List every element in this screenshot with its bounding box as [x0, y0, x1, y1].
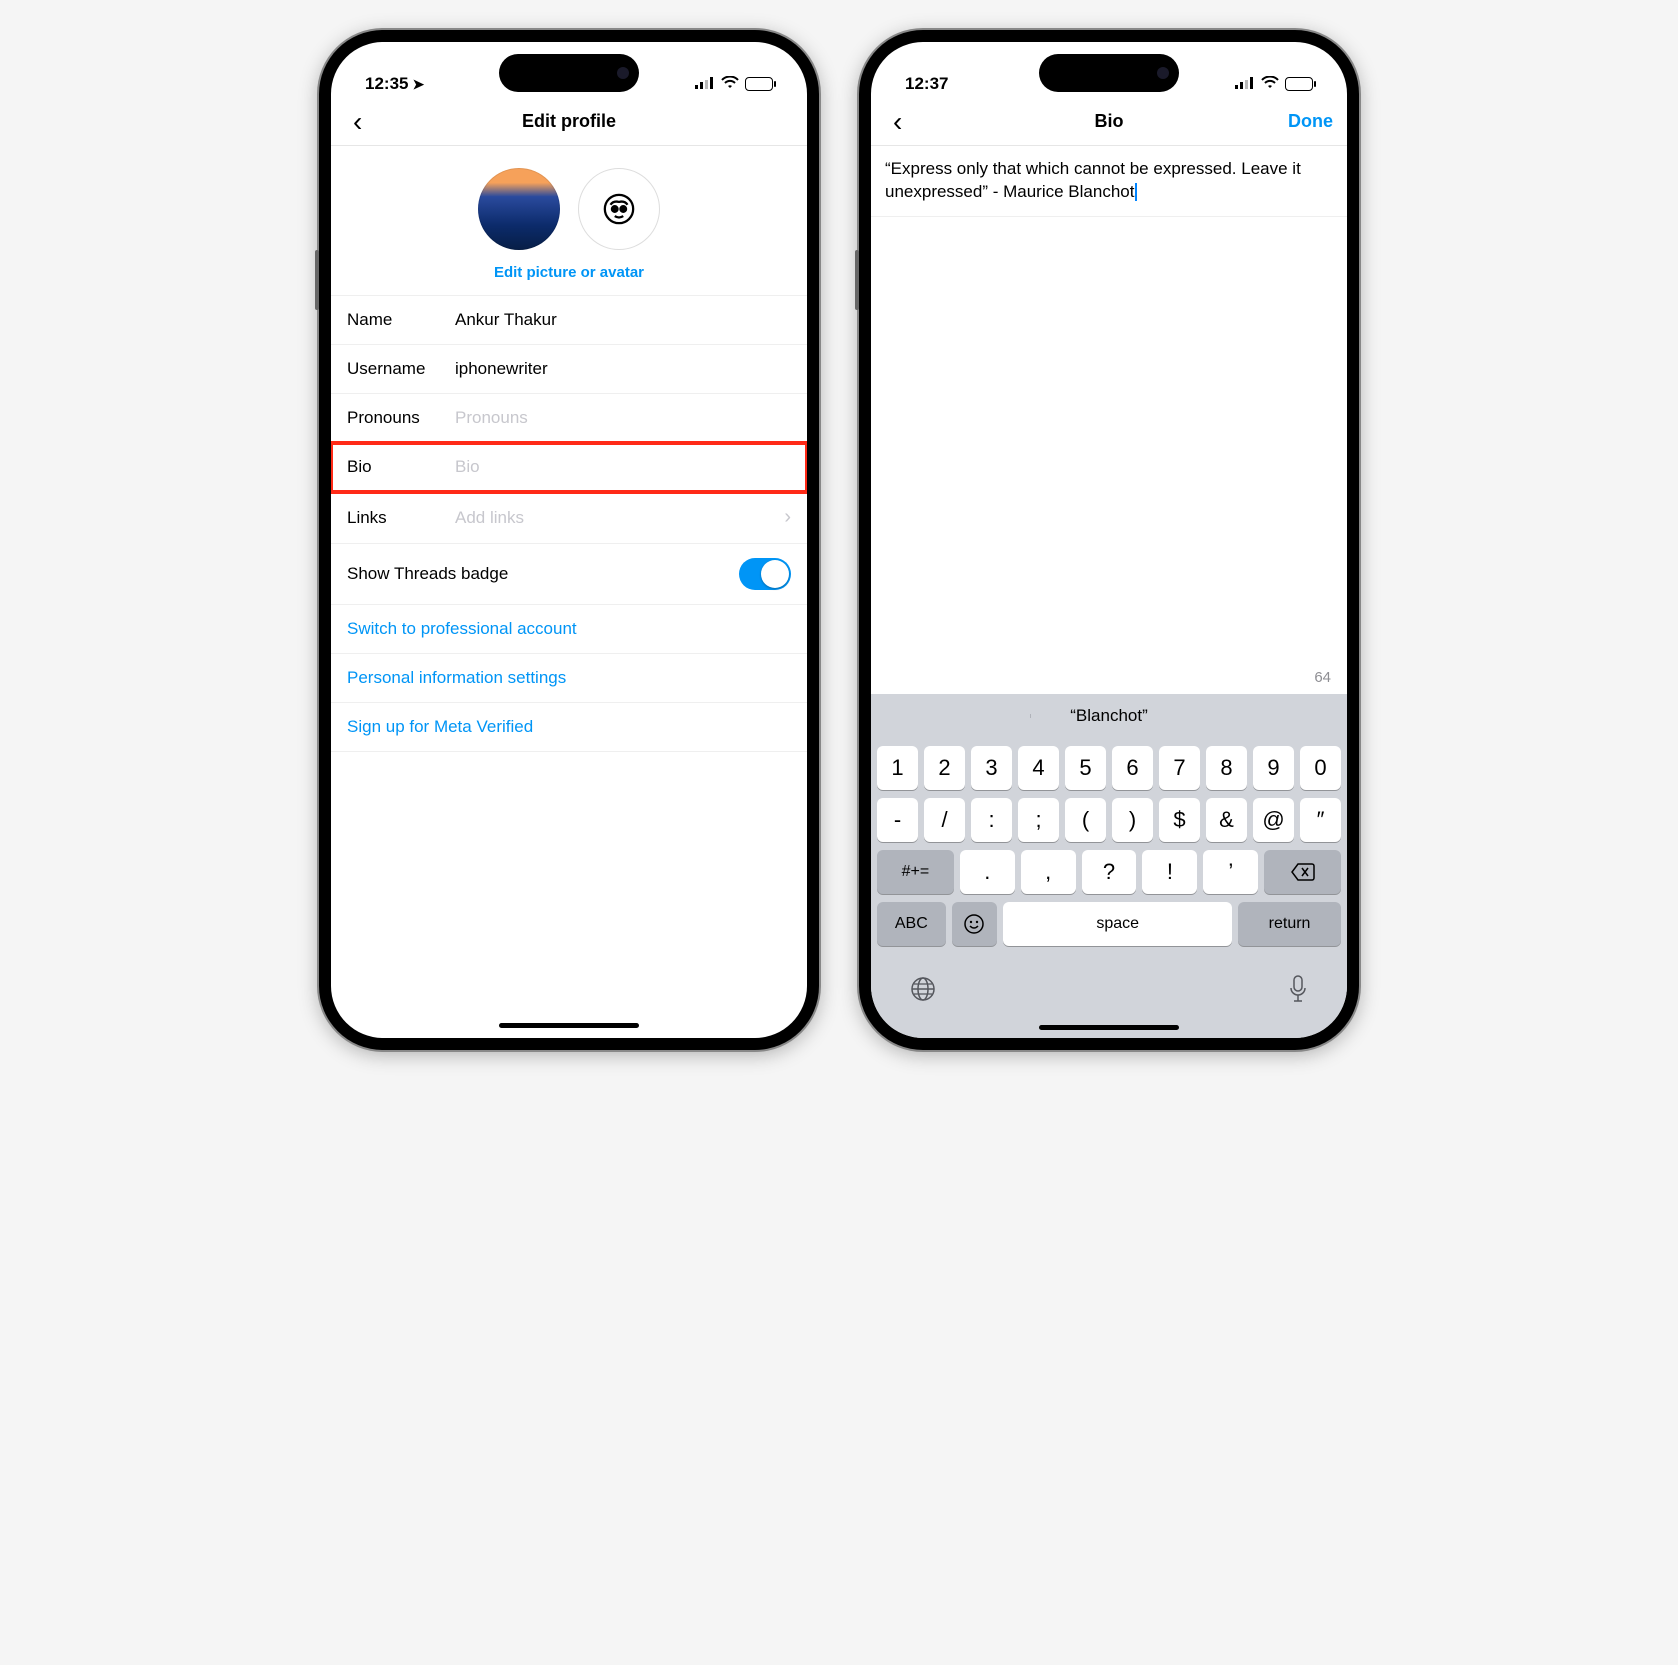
wifi-icon	[721, 74, 739, 94]
home-indicator[interactable]	[499, 1023, 639, 1028]
key-1[interactable]: 1	[877, 746, 918, 790]
dynamic-island	[1039, 54, 1179, 92]
value-username: iphonewriter	[455, 359, 791, 379]
key-4[interactable]: 4	[1018, 746, 1059, 790]
phone-left: 12:35 ➤ ‹ Edit profile	[319, 30, 819, 1050]
profile-photo[interactable]	[478, 168, 560, 250]
row-bio[interactable]: Bio Bio	[331, 443, 807, 492]
phone-right: 12:37 ‹ Bio Done “Express only that whic…	[859, 30, 1359, 1050]
key-emoji[interactable]	[952, 902, 998, 946]
label-name: Name	[347, 310, 455, 330]
key-7[interactable]: 7	[1159, 746, 1200, 790]
keyboard-footer	[875, 954, 1343, 1017]
link-switch-professional[interactable]: Switch to professional account	[331, 605, 807, 654]
key-dash[interactable]: -	[877, 798, 918, 842]
bio-text-value: “Express only that which cannot be expre…	[885, 159, 1301, 201]
keyboard-row-2: - / : ; ( ) $ & @ ″	[875, 798, 1343, 842]
key-question[interactable]: ?	[1082, 850, 1137, 894]
status-time: 12:35	[365, 74, 408, 94]
keyboard-row-1: 1 2 3 4 5 6 7 8 9 0	[875, 746, 1343, 790]
key-8[interactable]: 8	[1206, 746, 1247, 790]
char-count: 64	[1314, 669, 1331, 686]
key-5[interactable]: 5	[1065, 746, 1106, 790]
screen-left: 12:35 ➤ ‹ Edit profile	[331, 42, 807, 1038]
key-slash[interactable]: /	[924, 798, 965, 842]
key-amp[interactable]: &	[1206, 798, 1247, 842]
key-backspace[interactable]	[1264, 850, 1341, 894]
row-links[interactable]: Links Add links ›	[331, 492, 807, 544]
battery-icon	[745, 77, 773, 91]
key-at[interactable]: @	[1253, 798, 1294, 842]
page-title: Bio	[1095, 111, 1124, 132]
backspace-icon	[1291, 863, 1315, 881]
mic-icon[interactable]	[1287, 974, 1309, 1009]
suggestion-bar: “Blanchot”	[871, 694, 1347, 738]
label-username: Username	[347, 359, 455, 379]
edit-picture-link[interactable]: Edit picture or avatar	[494, 264, 644, 281]
cellular-icon	[1235, 74, 1255, 94]
placeholder-links: Add links	[455, 508, 784, 528]
globe-icon[interactable]	[909, 975, 937, 1008]
threads-badge-toggle[interactable]	[739, 558, 791, 590]
suggestion-center[interactable]: “Blanchot”	[1030, 706, 1189, 726]
key-rparen[interactable]: )	[1112, 798, 1153, 842]
key-exclaim[interactable]: !	[1142, 850, 1197, 894]
placeholder-pronouns: Pronouns	[455, 408, 791, 428]
status-time: 12:37	[905, 74, 948, 94]
screen-right: 12:37 ‹ Bio Done “Express only that whic…	[871, 42, 1347, 1038]
keyboard-row-4: ABC space return	[875, 902, 1343, 946]
key-return[interactable]: return	[1238, 902, 1341, 946]
key-comma[interactable]: ,	[1021, 850, 1076, 894]
key-2[interactable]: 2	[924, 746, 965, 790]
key-6[interactable]: 6	[1112, 746, 1153, 790]
key-symbols-mode[interactable]: #+=	[877, 850, 954, 894]
bio-empty-area[interactable]: 64	[871, 217, 1347, 694]
nav-bar: ‹ Edit profile	[331, 98, 807, 146]
avatar-option[interactable]	[578, 168, 660, 250]
label-links: Links	[347, 508, 455, 528]
keyboard-row-3: #+= . , ? ! ’	[875, 850, 1343, 894]
label-pronouns: Pronouns	[347, 408, 455, 428]
key-9[interactable]: 9	[1253, 746, 1294, 790]
key-period[interactable]: .	[960, 850, 1015, 894]
placeholder-bio: Bio	[455, 457, 791, 477]
key-lparen[interactable]: (	[1065, 798, 1106, 842]
location-arrow-icon: ➤	[412, 76, 424, 93]
row-pronouns[interactable]: Pronouns Pronouns	[331, 394, 807, 443]
page-title: Edit profile	[522, 111, 616, 132]
back-button[interactable]: ‹	[345, 104, 370, 140]
done-button[interactable]: Done	[1288, 111, 1333, 132]
value-name: Ankur Thakur	[455, 310, 791, 330]
row-threads-badge: Show Threads badge	[331, 544, 807, 605]
dynamic-island	[499, 54, 639, 92]
avatar-section: Edit picture or avatar	[331, 146, 807, 296]
label-bio: Bio	[347, 457, 455, 477]
key-space[interactable]: space	[1003, 902, 1232, 946]
key-3[interactable]: 3	[971, 746, 1012, 790]
row-username[interactable]: Username iphonewriter	[331, 345, 807, 394]
chevron-right-icon: ›	[784, 506, 791, 529]
link-personal-info[interactable]: Personal information settings	[331, 654, 807, 703]
key-dollar[interactable]: $	[1159, 798, 1200, 842]
threads-badge-label: Show Threads badge	[347, 564, 508, 584]
key-0[interactable]: 0	[1300, 746, 1341, 790]
link-meta-verified[interactable]: Sign up for Meta Verified	[331, 703, 807, 752]
battery-icon	[1285, 77, 1313, 91]
text-cursor	[1135, 183, 1137, 201]
cellular-icon	[695, 74, 715, 94]
key-semicolon[interactable]: ;	[1018, 798, 1059, 842]
back-button[interactable]: ‹	[885, 104, 910, 140]
wifi-icon	[1261, 74, 1279, 94]
emoji-icon	[963, 913, 985, 935]
keyboard: “Blanchot” 1 2 3 4 5 6 7 8 9 0 - / : ; (	[871, 694, 1347, 1038]
row-name[interactable]: Name Ankur Thakur	[331, 296, 807, 345]
home-indicator[interactable]	[1039, 1025, 1179, 1030]
bio-text-input[interactable]: “Express only that which cannot be expre…	[871, 146, 1347, 217]
key-quote[interactable]: ″	[1300, 798, 1341, 842]
key-apostrophe[interactable]: ’	[1203, 850, 1258, 894]
nav-bar: ‹ Bio Done	[871, 98, 1347, 146]
key-abc[interactable]: ABC	[877, 902, 946, 946]
key-colon[interactable]: :	[971, 798, 1012, 842]
